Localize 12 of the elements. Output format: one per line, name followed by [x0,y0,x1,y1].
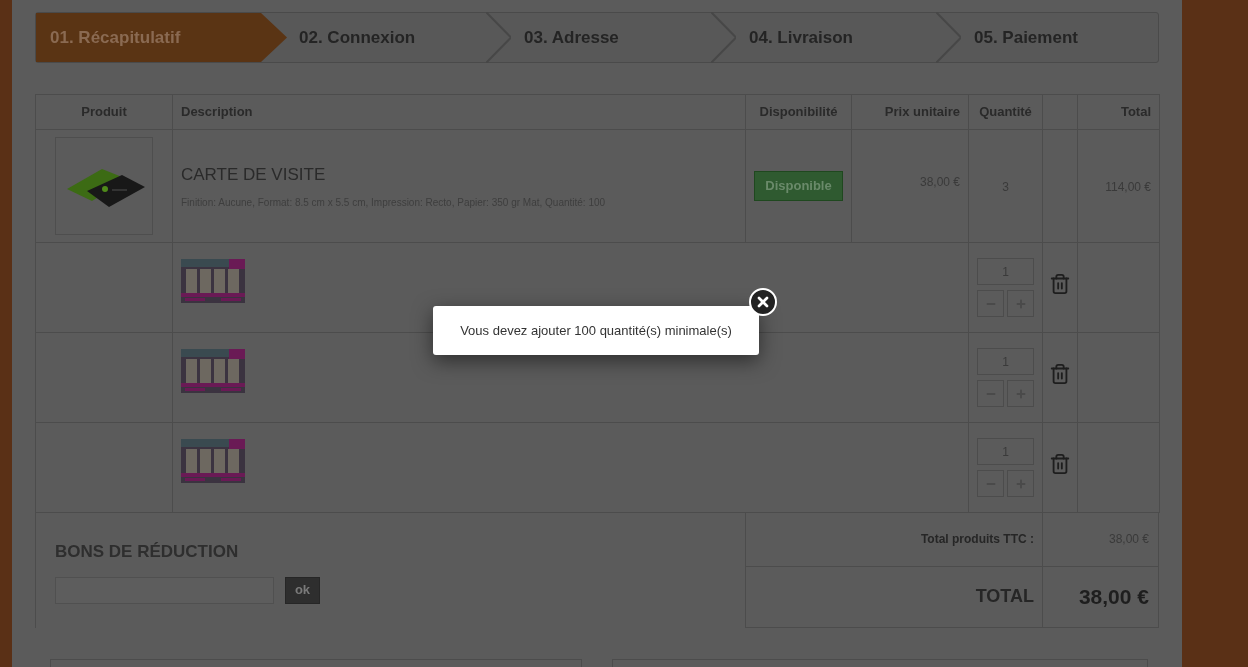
delete-button[interactable] [1049,273,1071,295]
trash-icon [1049,273,1071,295]
close-icon [755,294,771,310]
popup-message: Vous devez ajouter 100 quantité(s) minimale(s) [460,321,732,340]
delete-button[interactable] [1049,453,1071,475]
ok-button[interactable]: ok [285,576,320,604]
trash-icon [1049,453,1071,475]
step-tab[interactable]: 01. Récapitulatif [36,13,287,62]
total-value: 38,00 € [1078,584,1149,610]
trash-icon [1049,363,1071,385]
delete-button[interactable] [1049,363,1071,385]
availability-badge: Disponible [754,171,843,201]
